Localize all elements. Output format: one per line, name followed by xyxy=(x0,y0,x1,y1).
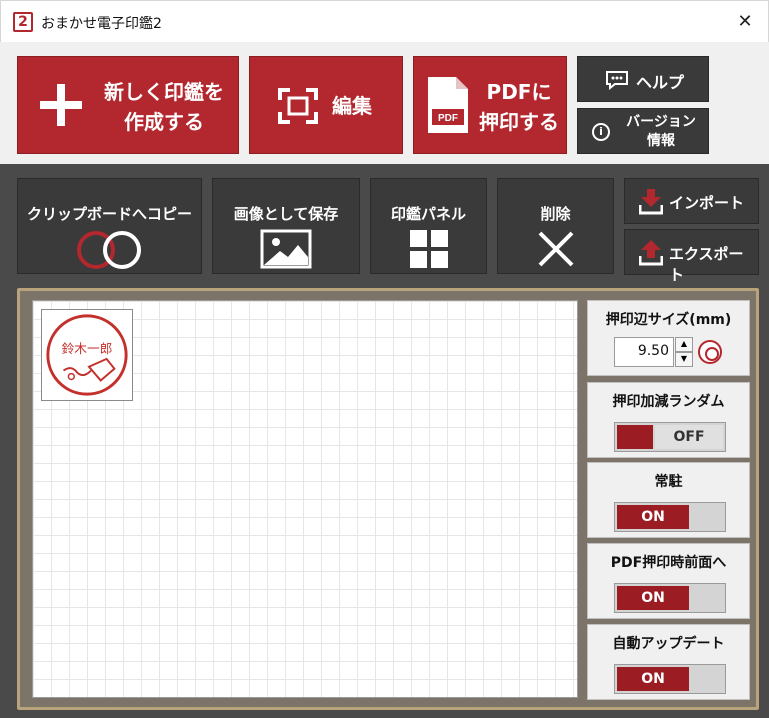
stamp-size-stepper: ▲ ▼ xyxy=(675,337,693,367)
info-icon: i xyxy=(592,123,610,141)
auto-update-title: 自動アップデート xyxy=(612,636,725,652)
plus-icon xyxy=(40,84,82,126)
save-as-image-label: 画像として保存 xyxy=(233,205,339,223)
pdf-stamp-label-line1: PDFに xyxy=(486,80,552,104)
copy-to-clipboard-button[interactable]: クリップボードへコピー xyxy=(17,178,202,274)
main-toolbar: 新しく印鑑を 作成する 編集 PDF PDFに 押印する ヘルプ i バージョン… xyxy=(0,42,769,164)
window-title: おまかせ電子印鑑2 xyxy=(41,16,162,32)
speech-bubble-icon xyxy=(606,71,628,90)
stamp-size-input[interactable]: 9.50 xyxy=(614,337,674,367)
stamp-item[interactable]: 鈴木一郎 xyxy=(41,309,133,401)
import-icon xyxy=(639,189,663,215)
image-icon xyxy=(260,229,312,269)
stamp-toolbar: クリップボードへコピー 画像として保存 印鑑パネル 削除 インポート エクスポー… xyxy=(0,164,769,284)
pdf-doc-label: PDF xyxy=(438,113,458,124)
help-button[interactable]: ヘルプ xyxy=(577,56,709,102)
create-stamp-label-line2: 作成する xyxy=(124,110,204,134)
pdf-stamp-button[interactable]: PDF PDFに 押印する xyxy=(413,56,567,154)
version-label-line2: 情報 xyxy=(647,133,675,149)
resident-toggle[interactable]: ON xyxy=(614,502,726,532)
app-icon: 2 xyxy=(13,12,33,32)
stamp-seal: 鈴木一郎 xyxy=(46,314,128,396)
toggle-knob xyxy=(617,425,653,449)
stamp-size-title: 押印辺サイズ(mm) xyxy=(605,312,732,328)
title-bar: 2 おまかせ電子印鑑2 ✕ xyxy=(0,0,769,42)
export-icon xyxy=(639,240,663,266)
resident-panel: 常駐 ON xyxy=(587,462,750,538)
auto-update-state: ON xyxy=(617,667,689,691)
auto-update-panel: 自動アップデート ON xyxy=(587,624,750,700)
pdf-front-title: PDF押印時前面へ xyxy=(610,555,727,571)
pdf-stamp-label-line2: 押印する xyxy=(479,110,559,134)
import-button[interactable]: インポート xyxy=(624,178,759,224)
stamp-panel-button[interactable]: 印鑑パネル xyxy=(370,178,487,274)
pdf-document-icon: PDF xyxy=(428,77,468,133)
stepper-down-icon[interactable]: ▼ xyxy=(675,352,693,367)
copy-to-clipboard-label: クリップボードへコピー xyxy=(26,205,192,223)
work-area: 鈴木一郎 押印辺サイズ(mm) 9.50 ▲ ▼ 押印加減ランダム OFF 常駐… xyxy=(0,282,769,718)
stamp-size-panel: 押印辺サイズ(mm) 9.50 ▲ ▼ xyxy=(587,300,750,376)
stepper-up-icon[interactable]: ▲ xyxy=(675,337,693,352)
work-frame: 鈴木一郎 押印辺サイズ(mm) 9.50 ▲ ▼ 押印加減ランダム OFF 常駐… xyxy=(17,288,759,710)
random-pressure-toggle[interactable]: OFF xyxy=(614,422,726,452)
import-label: インポート xyxy=(669,194,745,212)
pdf-front-toggle[interactable]: ON xyxy=(614,583,726,613)
resident-state: ON xyxy=(617,505,689,529)
edit-label: 編集 xyxy=(332,94,372,118)
help-label: ヘルプ xyxy=(636,73,685,92)
pdf-front-state: ON xyxy=(617,586,689,610)
auto-update-toggle[interactable]: ON xyxy=(614,664,726,694)
stamp-size-control: 9.50 ▲ ▼ xyxy=(614,337,724,367)
export-button[interactable]: エクスポート xyxy=(624,229,759,284)
version-info-button[interactable]: i バージョン 情報 xyxy=(577,108,709,154)
delete-label: 削除 xyxy=(540,205,571,223)
save-as-image-button[interactable]: 画像として保存 xyxy=(212,178,360,274)
close-button[interactable]: ✕ xyxy=(722,1,768,43)
frame-icon xyxy=(278,88,318,124)
resident-title: 常駐 xyxy=(654,474,683,490)
random-pressure-panel: 押印加減ランダム OFF xyxy=(587,382,750,458)
export-label: エクスポート xyxy=(669,245,744,284)
overlapping-circles-icon xyxy=(76,231,141,269)
random-pressure-state: OFF xyxy=(655,425,723,449)
create-stamp-button[interactable]: 新しく印鑑を 作成する xyxy=(17,56,239,154)
stamp-name-text: 鈴木一郎 xyxy=(62,341,113,356)
create-stamp-label-line1: 新しく印鑑を xyxy=(104,80,224,104)
grid-icon xyxy=(409,230,448,268)
reset-icon[interactable] xyxy=(698,340,722,364)
stamp-canvas[interactable]: 鈴木一郎 xyxy=(32,300,578,698)
pdf-front-panel: PDF押印時前面へ ON xyxy=(587,543,750,619)
edit-button[interactable]: 編集 xyxy=(249,56,403,154)
delete-button[interactable]: 削除 xyxy=(497,178,614,274)
random-pressure-title: 押印加減ランダム xyxy=(612,394,725,410)
cross-icon xyxy=(538,231,573,267)
stamp-panel-label: 印鑑パネル xyxy=(390,205,466,223)
version-label-line1: バージョン xyxy=(626,114,696,130)
